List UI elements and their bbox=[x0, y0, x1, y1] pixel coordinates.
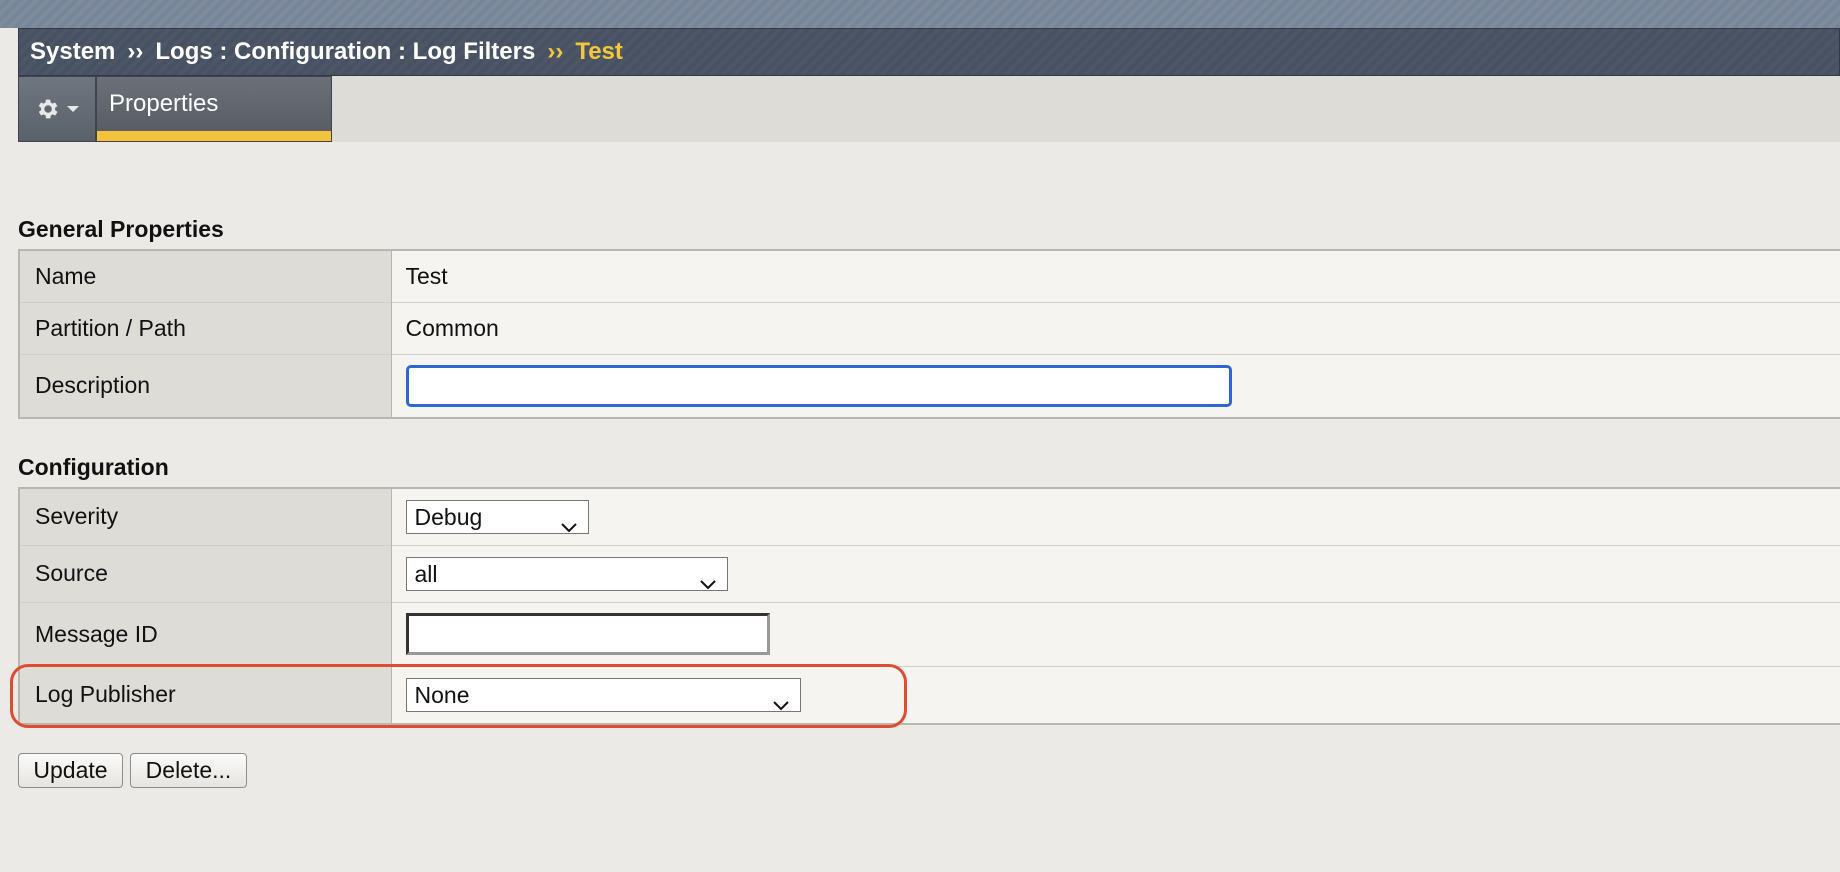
header-strip bbox=[0, 0, 1840, 28]
settings-menu-button[interactable] bbox=[18, 76, 96, 142]
table-row: Log Publisher None bbox=[19, 666, 1840, 724]
partition-label: Partition / Path bbox=[19, 302, 392, 354]
breadcrumb-current: Test bbox=[575, 38, 623, 65]
source-selected-value: all bbox=[414, 560, 438, 587]
breadcrumb-separator: ›› bbox=[547, 38, 564, 65]
caret-down-icon bbox=[66, 104, 80, 114]
active-tab-indicator bbox=[97, 131, 331, 141]
log-publisher-select[interactable]: None bbox=[405, 677, 801, 712]
description-label: Description bbox=[19, 354, 392, 418]
breadcrumb: System ›› Logs : Configuration : Log Fil… bbox=[18, 28, 1840, 76]
table-row: Name Test bbox=[19, 250, 1840, 302]
source-label: Source bbox=[19, 545, 392, 602]
name-value: Test bbox=[391, 250, 1840, 302]
source-select[interactable]: all bbox=[405, 556, 728, 591]
name-label: Name bbox=[19, 250, 392, 302]
table-row: Source all bbox=[19, 545, 1840, 602]
chevron-down-icon bbox=[772, 688, 790, 720]
table-row: Message ID bbox=[19, 602, 1840, 666]
partition-value: Common bbox=[391, 302, 1840, 354]
chevron-down-icon bbox=[560, 510, 578, 542]
breadcrumb-separator: ›› bbox=[127, 38, 144, 65]
breadcrumb-item-system[interactable]: System bbox=[30, 38, 115, 66]
message-id-cell bbox=[391, 602, 1840, 666]
description-input[interactable] bbox=[405, 364, 1232, 407]
general-properties-table: Name Test Partition / Path Common Descri… bbox=[18, 249, 1840, 419]
description-cell bbox=[391, 354, 1840, 418]
severity-selected-value: Debug bbox=[414, 503, 483, 530]
log-publisher-cell: None bbox=[391, 666, 1840, 724]
log-publisher-selected-value: None bbox=[414, 681, 470, 708]
delete-button[interactable]: Delete... bbox=[130, 753, 247, 788]
log-publisher-label: Log Publisher bbox=[19, 666, 392, 724]
tab-properties-label: Properties bbox=[109, 90, 219, 117]
configuration-table: Severity Debug Source all Message ID Log… bbox=[18, 487, 1840, 725]
message-id-input[interactable] bbox=[405, 613, 770, 655]
severity-cell: Debug bbox=[391, 488, 1840, 545]
table-row: Description bbox=[19, 354, 1840, 418]
configuration-heading: Configuration bbox=[18, 454, 169, 480]
table-row: Partition / Path Common bbox=[19, 302, 1840, 354]
table-row: Severity Debug bbox=[19, 488, 1840, 545]
message-id-label: Message ID bbox=[19, 602, 392, 666]
breadcrumb-item-log-filters[interactable]: Logs : Configuration : Log Filters bbox=[155, 38, 535, 66]
source-cell: all bbox=[391, 545, 1840, 602]
gear-icon bbox=[34, 96, 60, 122]
general-properties-heading: General Properties bbox=[18, 216, 224, 242]
tab-properties[interactable]: Properties bbox=[96, 76, 332, 142]
severity-select[interactable]: Debug bbox=[405, 499, 589, 534]
severity-label: Severity bbox=[19, 488, 392, 545]
tab-strip: Properties bbox=[18, 76, 1840, 142]
chevron-down-icon bbox=[699, 567, 717, 599]
update-button[interactable]: Update bbox=[18, 753, 123, 788]
